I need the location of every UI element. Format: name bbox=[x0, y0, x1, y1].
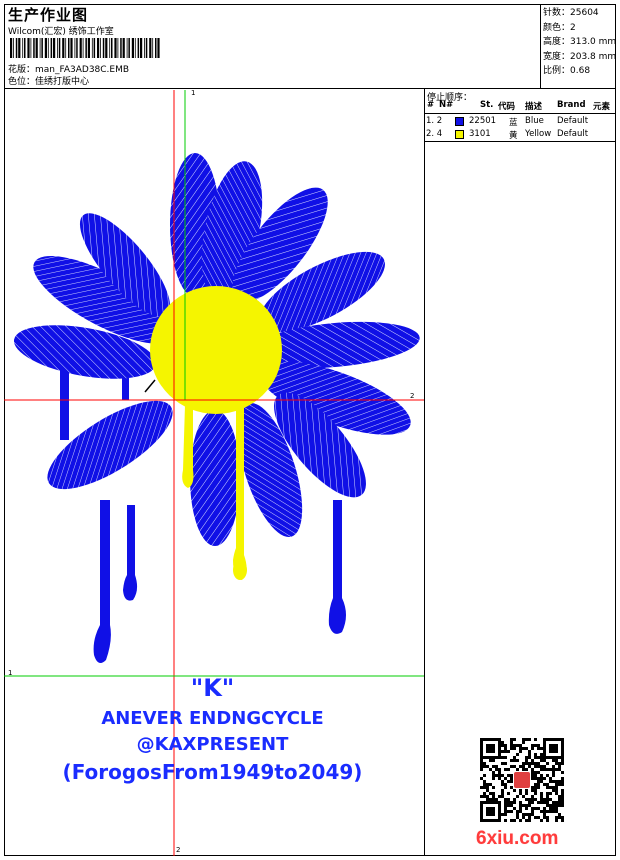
design-text-line2: ANEVER ENDNGCYCLE bbox=[101, 708, 324, 729]
jump-stitch bbox=[144, 379, 156, 393]
thread-swatch-yellow bbox=[455, 130, 464, 139]
qr-code bbox=[480, 738, 564, 822]
stat-colors: 颜色：2 bbox=[543, 22, 576, 33]
stats-divider bbox=[540, 4, 541, 88]
stats-panel: 针数：25604 颜色：2 高度：313.0 mm 宽度：203.8 mm 比例… bbox=[543, 6, 616, 79]
guide-label-right: 2 bbox=[410, 392, 415, 400]
stat-width: 宽度：203.8 mm bbox=[543, 51, 617, 62]
design-text-line4: (ForogosFrom1949to2049) bbox=[62, 760, 363, 784]
thread-table-header: # N# St. 代码 描述 Brand 元素 bbox=[427, 100, 611, 112]
thread-head-underline bbox=[425, 113, 615, 114]
stat-height: 高度：313.0 mm bbox=[543, 37, 617, 47]
thread-row: 2. 4 3101 黄 Yellow Default bbox=[426, 129, 589, 141]
embroidery-preview bbox=[4, 90, 424, 856]
guide-label-bottom: 2 bbox=[176, 846, 181, 854]
thread-swatch-blue bbox=[455, 117, 464, 126]
watermark-logo: 6xiu.com bbox=[476, 828, 559, 849]
design-text-line3: @KAXPRESENT bbox=[136, 734, 289, 755]
design-text-line1: "K" bbox=[190, 674, 235, 702]
guide-label-top: 1 bbox=[191, 89, 196, 97]
stat-ratio: 比例：0.68 bbox=[543, 66, 591, 76]
thread-row: 1. 2 22501 蓝 Blue Default bbox=[426, 116, 589, 128]
stat-stitches: 针数：25604 bbox=[543, 8, 599, 18]
thread-table-bottom bbox=[424, 141, 616, 142]
